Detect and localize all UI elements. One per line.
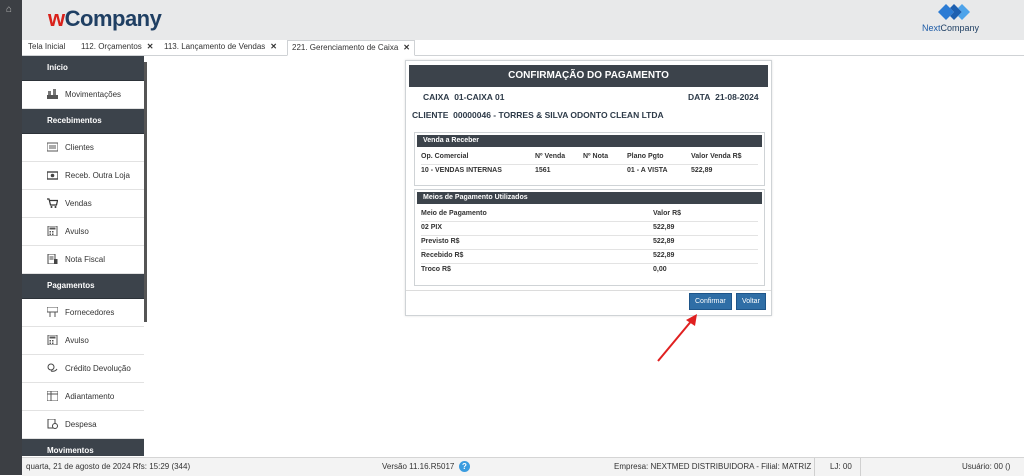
back-button[interactable]: Voltar [736,293,766,310]
venda-op-comercial: 10 - VENDAS INTERNAS [421,167,502,174]
sidebar-item-adiantamento[interactable]: Adiantamento [22,383,144,411]
data-info: DATA 21-08-2024 [688,92,759,102]
cart-icon [47,198,58,208]
expense-icon [47,419,58,429]
calculator-icon [47,335,58,345]
app-header: wCompany NextCompany [22,0,1024,41]
col-valor: Valor R$ [653,210,682,217]
row-divider [421,235,758,236]
sidebar-item-avulso-receb[interactable]: Avulso [22,218,144,246]
status-usuario: Usuário: 00 () [962,462,1011,471]
status-bar: quarta, 21 de agosto de 2024 Rfs: 15:29 … [22,457,1024,476]
cliente-info: CLIENTE 00000046 - TORRES & SILVA ODONTO… [412,110,664,120]
tab-lancamento-vendas[interactable]: 113. Lançamento de Vendas ✕ [160,40,281,54]
sidebar-item-despesa[interactable]: Despesa [22,411,144,439]
row-divider [421,164,758,165]
col-num-nota: Nº Nota [583,153,609,160]
suppliers-icon [47,307,58,317]
dialog-title: CONFIRMAÇÃO DO PAGAMENTO [409,65,768,87]
sidebar-item-movimentacoes[interactable]: Movimentações [22,81,144,109]
tab-orcamentos[interactable]: 112. Orçamentos ✕ [77,40,157,54]
sidebar-section-movimentos[interactable]: Movimentos [22,439,144,456]
meios-pagamento-heading: Meios de Pagamento Utilizados [417,192,762,204]
previsto-label: Previsto R$ [421,238,460,245]
home-icon[interactable]: ⌂ [6,5,16,15]
col-valor-venda: Valor Venda R$ [691,153,742,160]
sidebar-section-recebimentos[interactable]: Recebimentos [22,109,144,134]
refund-icon [47,363,58,372]
venda-receber-heading: Venda a Receber [417,135,762,147]
meios-pagamento-box: Meios de Pagamento Utilizados Meio de Pa… [414,189,765,286]
sidebar-scrollbar[interactable] [144,62,147,322]
invoice-icon [47,254,58,264]
status-divider [814,458,815,476]
nextcompany-logo: NextCompany [922,2,984,36]
col-num-venda: Nº Venda [535,153,566,160]
status-divider [860,458,861,476]
help-icon[interactable]: ? [459,461,470,472]
status-lj: LJ: 00 [830,462,852,471]
recebido-label: Recebido R$ [421,252,464,259]
payment-confirmation-dialog: CONFIRMAÇÃO DO PAGAMENTO CAIXA 01-CAIXA … [405,60,772,316]
sidebar-section-pagamentos[interactable]: Pagamentos [22,274,144,299]
calculator-icon [47,226,58,236]
troco-label: Troco R$ [421,266,451,273]
tab-tela-inicial[interactable]: Tela Inicial [24,40,69,54]
troco-value: 0,00 [653,266,667,273]
nextcompany-diamond-icon [938,4,970,20]
sidebar-item-clientes[interactable]: Clientes [22,134,144,162]
close-icon[interactable]: ✕ [270,42,277,51]
sidebar-item-avulso-pag[interactable]: Avulso [22,327,144,355]
row-divider [421,221,758,222]
close-icon[interactable]: ✕ [147,42,154,51]
row-divider [421,249,758,250]
sidebar-item-receb-outra-loja[interactable]: Receb. Outra Loja [22,162,144,190]
venda-num-venda: 1561 [535,167,551,174]
meio-value: 522,89 [653,224,675,231]
status-version: Versão 11.16.R5017 [382,462,455,471]
col-plano-pgto: Plano Pgto [627,153,664,160]
close-icon[interactable]: ✕ [403,43,410,52]
advance-icon [47,391,58,401]
venda-plano-pgto: 01 - A VISTA [627,167,668,174]
clients-icon [47,142,58,152]
tab-gerenciamento-caixa[interactable]: 221. Gerenciamento de Caixa ✕ [287,40,415,56]
col-meio-pagamento: Meio de Pagamento [421,210,487,217]
confirm-button[interactable]: Confirmar [689,293,732,310]
annotation-arrow-icon [657,314,697,362]
wcompany-logo: wCompany [48,6,162,31]
recebido-value: 522,89 [653,252,675,259]
sidebar-item-fornecedores[interactable]: Fornecedores [22,299,144,327]
venda-valor: 522,89 [691,167,713,174]
sidebar-item-vendas[interactable]: Vendas [22,190,144,218]
sidebar: Início Movimentações Recebimentos Client… [22,56,144,456]
tab-bar: Tela Inicial 112. Orçamentos ✕ 113. Lança… [22,40,1024,56]
sidebar-item-nota-fiscal[interactable]: Nota Fiscal [22,246,144,274]
sidebar-section-inicio[interactable]: Início [22,56,144,81]
dialog-footer-divider [406,290,771,291]
sidebar-item-credito-devolucao[interactable]: Crédito Devolução [22,355,144,383]
previsto-value: 522,89 [653,238,675,245]
status-datetime: quarta, 21 de agosto de 2024 Rfs: 15:29 … [26,462,191,471]
caixa-info: CAIXA 01-CAIXA 01 [423,92,505,102]
other-store-icon [47,171,58,180]
movements-icon [47,89,58,99]
status-empresa: Empresa: NEXTMED DISTRIBUIDORA - Filial:… [614,462,812,471]
meio-label: 02 PIX [421,224,443,231]
col-op-comercial: Op. Comercial [421,153,469,160]
venda-receber-box: Venda a Receber Op. Comercial Nº Venda N… [414,132,765,186]
app-left-strip: ⌂ [0,0,22,475]
row-divider [421,263,758,264]
